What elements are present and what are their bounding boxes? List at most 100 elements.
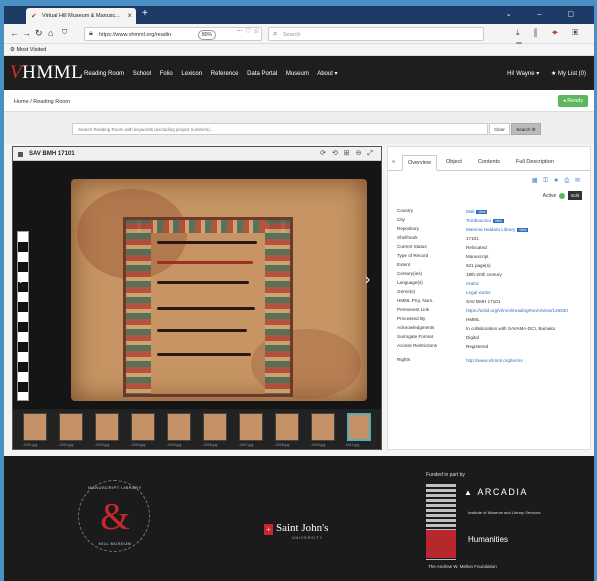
metadata-row: Rights http://www.vhmml.org/terms: [397, 357, 591, 367]
forward-icon[interactable]: →: [22, 28, 31, 38]
menu-icon[interactable]: [18, 152, 23, 157]
metadata-value[interactable]: Legal works: [466, 290, 491, 295]
thumbnail-label: ...0004.jpg: [129, 443, 146, 447]
extension-icon[interactable]: ✦: [552, 28, 564, 37]
thumbnail[interactable]: [167, 413, 191, 441]
metadata-value: 17101: [466, 236, 479, 241]
viewer-title: SAV BMH 17101: [29, 151, 75, 157]
reading-room-search-input[interactable]: Search Reading Room with keywords (exclu…: [72, 123, 488, 135]
thumbnail-label: ...0009.jpg: [309, 443, 326, 447]
ready-button[interactable]: ◂ Ready: [558, 95, 588, 107]
metadata-key: Rights: [397, 357, 411, 362]
metadata-value: SAV BMH 17101: [466, 299, 501, 304]
nav-reference[interactable]: Reference: [211, 71, 239, 77]
viewer-canvas[interactable]: ‹ ›: [13, 161, 381, 409]
thumbnail[interactable]: [23, 413, 47, 441]
collapse-icon[interactable]: «: [392, 159, 395, 165]
lock-icon: 🔒︎: [89, 30, 93, 37]
saint-johns-logo[interactable]: + Saint John's: [264, 522, 328, 535]
edit-button[interactable]: Edit: [568, 191, 582, 200]
thumbnail-label: ...0007.jpg: [237, 443, 254, 447]
thumbnail-label: ...0008.jpg: [273, 443, 290, 447]
metadata-value[interactable]: Arabic: [466, 281, 479, 286]
thumbnail-selected[interactable]: [347, 413, 371, 441]
thumbnail[interactable]: [131, 413, 155, 441]
tab-object[interactable]: Object: [446, 159, 462, 165]
vhmml-logo[interactable]: VHMML: [10, 62, 83, 84]
metadata-value[interactable]: Mamma Haidara Library view: [466, 227, 529, 232]
zoom-badge[interactable]: 80%: [198, 30, 217, 40]
view-badge[interactable]: view: [476, 209, 488, 214]
info-tabs: « Overview Object Contents Full Descript…: [388, 155, 590, 171]
thumbnail[interactable]: [275, 413, 299, 441]
clear-button[interactable]: Clear: [489, 123, 510, 135]
new-tab-button[interactable]: +: [142, 8, 148, 19]
nav-reading-room[interactable]: Reading Room: [84, 71, 124, 77]
thumbnail[interactable]: [203, 413, 227, 441]
viewer-controls[interactable]: ⟳ ⟲ ⊞ ⊖ ⤢: [320, 149, 375, 158]
search-button[interactable]: Search ⚙: [511, 123, 541, 135]
reload-icon[interactable]: ↻: [35, 28, 43, 39]
bookmark-most-visited[interactable]: Most Visited: [16, 47, 46, 53]
metadata-key: Repository: [397, 226, 419, 231]
hmml-seal-logo[interactable]: MANUSCRIPT LIBRARY & HILL MUSEUM: [78, 480, 150, 552]
imls-logo[interactable]: Institute of Museum and Library Services: [468, 510, 540, 515]
nav-school[interactable]: School: [133, 71, 151, 77]
screen-frame: ✔ Virtual Hill Museum & Manusc... × + ⌄ …: [0, 0, 597, 581]
record-action-icons[interactable]: ▦ ⚿ ★ ⎙ ✉: [532, 177, 582, 185]
metadata-row: Repository Mamma Haidara Library view: [397, 226, 591, 236]
prev-page-icon[interactable]: ‹: [17, 271, 22, 289]
status-row: Active Edit: [543, 191, 582, 200]
nav-data-portal[interactable]: Data Portal: [247, 71, 277, 77]
shield-icon[interactable]: ⛉: [62, 29, 67, 37]
browser-toolbar: ← → ↻ ⌂ ⛉ 🔒︎ https://www.vhmml.org/readi…: [4, 24, 594, 47]
next-page-icon[interactable]: ›: [365, 271, 370, 289]
back-icon[interactable]: ←: [10, 28, 19, 38]
metadata-value[interactable]: Tombouctou view: [466, 218, 505, 223]
bookmarks-bar: ⚙ Most Visited: [4, 44, 594, 56]
close-tab-icon[interactable]: ×: [127, 11, 132, 20]
browser-search-input[interactable]: ⌕ Search: [268, 27, 484, 41]
view-badge[interactable]: view: [517, 227, 529, 232]
home-icon[interactable]: ⌂: [48, 28, 53, 38]
thumbnail[interactable]: [311, 413, 335, 441]
thumbnail[interactable]: [59, 413, 83, 441]
page-actions-icon[interactable]: ⋯ ♡ ☆: [236, 27, 259, 35]
reading-room-search-bar: Search Reading Room with keywords (exclu…: [4, 112, 594, 144]
user-menu[interactable]: Hi! Wayne ▾: [507, 71, 539, 77]
thumbnail-label: ...0003.jpg: [93, 443, 110, 447]
metadata-value: HMML: [466, 317, 480, 322]
thumbnail[interactable]: [95, 413, 119, 441]
tab-full-description[interactable]: Full Description: [516, 159, 554, 165]
neh-logo[interactable]: Humanities: [468, 535, 508, 544]
metadata-value[interactable]: Mali view: [466, 209, 488, 214]
breadcrumb[interactable]: Home / Reading Room: [14, 99, 70, 105]
metadata-key: Permanent Link: [397, 307, 430, 312]
arcadia-logo[interactable]: ARCADIA: [464, 487, 528, 497]
tab-overview[interactable]: Overview: [402, 155, 437, 171]
metadata-row: Extent 621 page(s): [397, 262, 591, 272]
thumbnail[interactable]: [239, 413, 263, 441]
metadata-key: Access Restrictions: [397, 343, 438, 348]
nav-about[interactable]: About ▾: [317, 71, 337, 77]
browser-tab[interactable]: ✔ Virtual Hill Museum & Manusc... ×: [26, 8, 136, 24]
metadata-value[interactable]: http://www.vhmml.org/terms: [466, 358, 523, 363]
metadata-value: Digital: [466, 335, 479, 340]
tab-contents[interactable]: Contents: [478, 159, 500, 165]
metadata-key: Surrogate Format: [397, 334, 433, 339]
my-list-link[interactable]: ★ My List (0): [551, 71, 586, 77]
metadata-key: Current Status: [397, 244, 427, 249]
nav-lexicon[interactable]: Lexicon: [181, 71, 202, 77]
metadata-key: Processed By: [397, 316, 426, 321]
saint-johns-subtitle: UNIVERSITY: [292, 536, 324, 540]
window-controls[interactable]: ⌄ – ▢: [506, 10, 586, 18]
partner-logo-red: [426, 530, 456, 558]
manuscript-page-image[interactable]: [71, 179, 367, 401]
metadata-row: Type of Record Manuscript: [397, 253, 591, 263]
metadata-value[interactable]: https://w3id.org/vhmml/readingRoom/view/…: [466, 308, 568, 313]
view-badge[interactable]: view: [493, 218, 505, 223]
search-icon: ⌕: [273, 29, 278, 38]
tab-title: Virtual Hill Museum & Manusc...: [42, 13, 120, 19]
nav-folio[interactable]: Folio: [160, 71, 173, 77]
nav-museum[interactable]: Museum: [286, 71, 309, 77]
